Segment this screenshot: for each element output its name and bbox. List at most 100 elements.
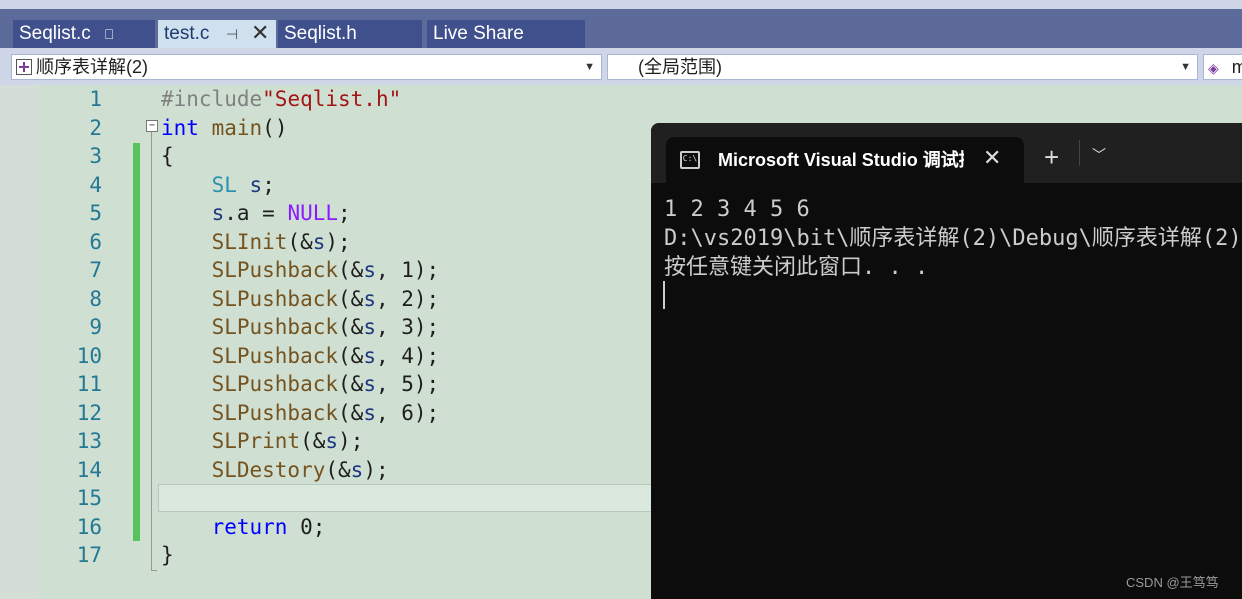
line-number: 11 bbox=[76, 372, 102, 396]
line-number: 9 bbox=[89, 315, 102, 339]
code-line: SLPushback(&s, 3); bbox=[211, 315, 440, 339]
project-icon bbox=[16, 59, 32, 75]
line-number: 5 bbox=[89, 201, 102, 225]
chevron-down-icon: ▼ bbox=[584, 61, 595, 73]
code-token: s bbox=[363, 344, 376, 368]
member-label: m bbox=[1232, 57, 1242, 77]
chevron-down-icon: ▼ bbox=[1180, 61, 1191, 73]
tab-seqlist-h[interactable]: Seqlist.h bbox=[278, 20, 422, 49]
code-token: SLPrint bbox=[211, 429, 301, 453]
project-dropdown[interactable]: 顺序表详解(2) ▼ bbox=[11, 54, 602, 80]
line-number: 16 bbox=[76, 515, 102, 539]
code-line: #include"Seqlist.h" bbox=[161, 85, 401, 113]
line-number: 3 bbox=[89, 144, 102, 168]
line-number: 4 bbox=[89, 173, 102, 197]
chevron-down-icon[interactable]: ﹀ bbox=[1092, 147, 1106, 163]
code-token: s bbox=[249, 173, 263, 197]
code-token: s bbox=[363, 287, 376, 311]
code-token: SLPushback bbox=[211, 401, 339, 425]
member-dropdown[interactable]: ◈ m bbox=[1203, 54, 1242, 80]
line-number: 14 bbox=[76, 458, 102, 482]
pin-icon[interactable]: ⎕ bbox=[105, 20, 113, 48]
close-icon[interactable]: ✕ bbox=[983, 146, 1001, 170]
console-icon: C:\ bbox=[680, 151, 700, 169]
close-icon[interactable]: ✕ bbox=[251, 19, 269, 47]
line-number: 2 bbox=[89, 116, 102, 140]
code-token: s bbox=[363, 401, 376, 425]
terminal-tab-title: Microsoft Visual Studio 调试控制台 bbox=[718, 150, 964, 170]
code-token: SL bbox=[211, 173, 237, 197]
title-strip bbox=[0, 0, 1242, 9]
code-line: int main() bbox=[161, 116, 288, 140]
code-token: SLPushback bbox=[211, 258, 339, 282]
code-token: s bbox=[211, 201, 225, 225]
line-number: 7 bbox=[89, 258, 102, 282]
code-token: SLPushback bbox=[211, 344, 339, 368]
code-token: s bbox=[312, 230, 326, 254]
code-token: SLPushback bbox=[211, 315, 339, 339]
watermark: CSDN @王笃笃 bbox=[1126, 575, 1219, 590]
fold-guide-line bbox=[151, 132, 152, 570]
document-tab-bar: Seqlist.c ⎕ test.c ⊣ ✕ Seqlist.h Live Sh… bbox=[0, 9, 1242, 57]
fold-guide-end bbox=[151, 570, 157, 571]
terminal-tab-bar: C:\ Microsoft Visual Studio 调试控制台 ✕ + ﹀ bbox=[651, 123, 1242, 183]
line-number: 17 bbox=[76, 543, 102, 567]
tab-label: Seqlist.c bbox=[19, 23, 91, 44]
code-line: SLPrint(&s); bbox=[211, 429, 364, 453]
code-token: s bbox=[325, 429, 339, 453]
code-line: SLPushback(&s, 5); bbox=[211, 372, 440, 396]
code-token: main bbox=[211, 116, 263, 140]
code-line: s.a = NULL; bbox=[211, 201, 351, 225]
fold-collapse-icon[interactable]: − bbox=[146, 120, 158, 132]
console-output-line: D:\vs2019\bit\顺序表详解(2)\Debug\顺序表详解(2).ex… bbox=[664, 226, 1242, 251]
tab-separator bbox=[1079, 140, 1080, 166]
member-cube-icon: ◈ bbox=[1208, 60, 1219, 76]
code-token: NULL bbox=[287, 201, 339, 225]
current-line-highlight bbox=[158, 484, 660, 512]
code-line: { bbox=[161, 144, 174, 168]
code-line: SLDestory(&s); bbox=[211, 458, 389, 482]
new-tab-plus-icon[interactable]: + bbox=[1044, 143, 1059, 171]
code-line: SLPushback(&s, 4); bbox=[211, 344, 440, 368]
code-line: SLPushback(&s, 1); bbox=[211, 258, 440, 282]
code-token: SLPushback bbox=[211, 287, 339, 311]
change-tracking-bar bbox=[133, 143, 140, 541]
debug-console-window[interactable]: C:\ Microsoft Visual Studio 调试控制台 ✕ + ﹀ … bbox=[651, 123, 1242, 599]
line-number: 10 bbox=[76, 344, 102, 368]
code-token: SLPushback bbox=[211, 372, 339, 396]
tab-seqlist-c[interactable]: Seqlist.c ⎕ bbox=[13, 20, 155, 49]
line-number: 13 bbox=[76, 429, 102, 453]
code-token: "Seqlist.h" bbox=[262, 87, 402, 111]
code-line: SL s; bbox=[211, 173, 275, 197]
pin-icon[interactable]: ⊣ bbox=[226, 20, 238, 48]
tab-label: Seqlist.h bbox=[284, 23, 357, 44]
line-number: 6 bbox=[89, 230, 102, 254]
console-cursor bbox=[663, 281, 665, 309]
code-token: s bbox=[350, 458, 364, 482]
code-token: #include bbox=[161, 87, 263, 111]
code-token: s bbox=[363, 315, 376, 339]
console-output-line: 按任意键关闭此窗口. . . bbox=[664, 255, 929, 280]
tab-label: test.c bbox=[164, 23, 210, 44]
tab-live-share[interactable]: Live Share bbox=[427, 20, 585, 49]
code-line: SLPushback(&s, 2); bbox=[211, 287, 440, 311]
console-output-line: 1 2 3 4 5 6 bbox=[664, 197, 810, 222]
line-number: 12 bbox=[76, 401, 102, 425]
line-number-gutter: 1 2 3 4 5 6 7 8 9 10 11 12 13 14 15 16 1… bbox=[38, 85, 134, 599]
code-token: s bbox=[363, 372, 376, 396]
line-number: 8 bbox=[89, 287, 102, 311]
terminal-tab[interactable]: C:\ Microsoft Visual Studio 调试控制台 ✕ bbox=[666, 137, 1024, 183]
scope-dropdown[interactable]: (全局范围) ▼ bbox=[607, 54, 1198, 80]
code-line: return 0; bbox=[211, 515, 326, 539]
code-line: SLPushback(&s, 6); bbox=[211, 401, 440, 425]
code-token: SLInit bbox=[211, 230, 288, 254]
scope-label: (全局范围) bbox=[638, 57, 722, 77]
code-line: SLInit(&s); bbox=[211, 230, 351, 254]
line-number: 1 bbox=[89, 87, 102, 111]
navigation-bar: 顺序表详解(2) ▼ (全局范围) ▼ ◈ m bbox=[0, 48, 1242, 85]
code-token: s bbox=[363, 258, 376, 282]
code-token: SLDestory bbox=[211, 458, 326, 482]
tab-label: Live Share bbox=[433, 23, 524, 44]
line-number: 15 bbox=[76, 486, 102, 510]
editor-margin bbox=[0, 85, 38, 599]
